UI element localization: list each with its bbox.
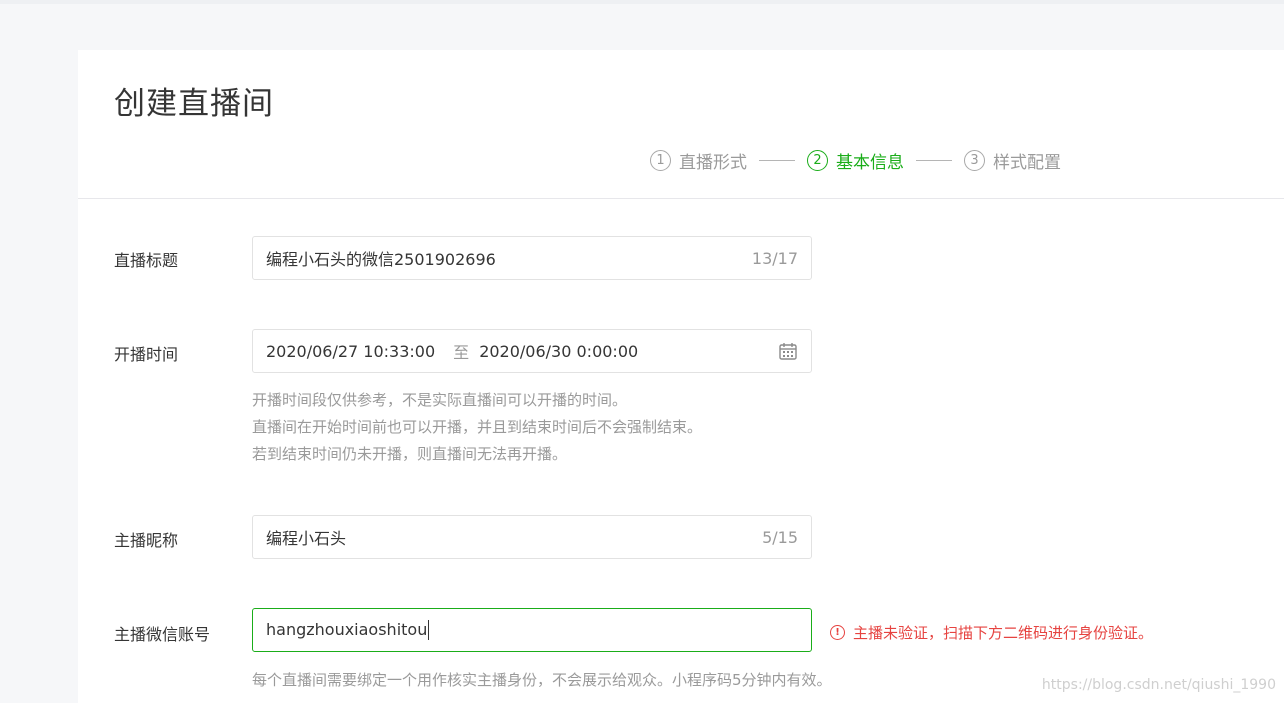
step-label: 样式配置 (993, 152, 1061, 173)
time-hint-line: 开播时间段仅供参考，不是实际直播间可以开播的时间。 (252, 391, 628, 409)
step-live-format: 1 直播形式 (650, 148, 747, 173)
nickname-label: 主播昵称 (114, 531, 179, 550)
time-hint: 开播时间段仅供参考，不是实际直播间可以开播的时间。 直播间在开始时间前也可以开播… (252, 387, 702, 468)
start-time-value: 2020/06/27 10:33:00 (266, 341, 436, 361)
create-live-room-panel: 创建直播间 1 直播形式 2 基本信息 3 样式配置 直播标题 编程小石头的微信… (78, 50, 1284, 703)
step-connector (759, 159, 795, 161)
step-label: 直播形式 (679, 152, 747, 173)
text-cursor (428, 620, 430, 641)
title-char-counter: 13/17 (751, 248, 798, 268)
nickname-char-counter: 5/15 (762, 527, 798, 547)
alert-circle-icon: ! (830, 625, 845, 640)
top-bar (0, 0, 1284, 4)
end-time-value: 2020/06/30 0:00:00 (479, 341, 639, 361)
step-label: 基本信息 (836, 152, 904, 173)
step-connector (916, 159, 952, 161)
title-input[interactable]: 编程小石头的微信2501902696 13/17 (252, 236, 812, 280)
time-label: 开播时间 (114, 345, 179, 364)
title-label: 直播标题 (114, 251, 179, 270)
wechat-account-input[interactable]: hangzhouxiaoshitou (252, 608, 812, 652)
time-range-picker[interactable]: 2020/06/27 10:33:00 至 2020/06/30 0:00:00 (252, 329, 812, 373)
time-hint-line: 直播间在开始时间前也可以开播，并且到结束时间后不会强制结束。 (252, 418, 703, 436)
title-input-value: 编程小石头的微信2501902696 (266, 250, 496, 269)
wechat-account-hint: 每个直播间需要绑定一个用作核实主播身份，不会展示给观众。小程序码5分钟内有效。 (252, 671, 832, 689)
step-number: 3 (964, 149, 985, 171)
wechat-account-value: hangzhouxiaoshitou (266, 620, 798, 641)
panel-header: 创建直播间 1 直播形式 2 基本信息 3 样式配置 (78, 50, 1284, 199)
range-separator: 至 (453, 343, 470, 362)
time-hint-line: 若到结束时间仍未开播，则直播间无法再开播。 (252, 445, 568, 463)
step-basic-info: 2 基本信息 (807, 148, 904, 173)
step-number: 2 (807, 149, 828, 171)
step-number: 1 (650, 149, 671, 171)
step-style-config: 3 样式配置 (964, 148, 1061, 173)
wechat-account-label: 主播微信账号 (114, 625, 211, 644)
page-title: 创建直播间 (114, 86, 274, 122)
calendar-icon[interactable] (778, 341, 798, 361)
nickname-input[interactable]: 编程小石头 5/15 (252, 515, 812, 559)
nickname-input-value: 编程小石头 (266, 529, 347, 548)
verification-error-text: 主播未验证，扫描下方二维码进行身份验证。 (853, 624, 1154, 642)
wechat-account-text: hangzhouxiaoshitou (266, 619, 428, 639)
step-indicator: 1 直播形式 2 基本信息 3 样式配置 (650, 147, 1061, 173)
watermark: https://blog.csdn.net/qiushi_1990 (1041, 677, 1276, 693)
verification-error: ! 主播未验证，扫描下方二维码进行身份验证。 (830, 622, 1153, 643)
